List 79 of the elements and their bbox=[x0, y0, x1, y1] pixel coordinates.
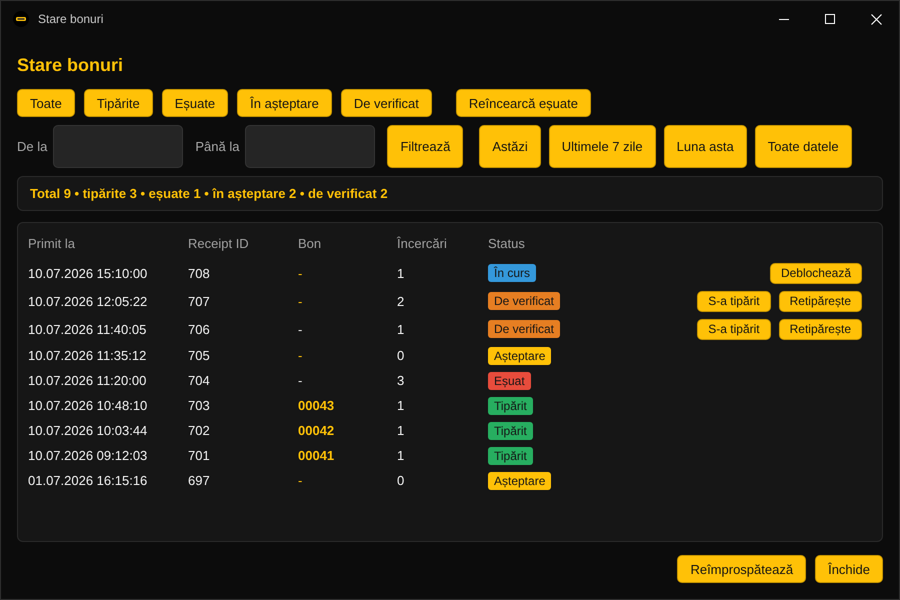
to-date-field[interactable] bbox=[245, 125, 376, 168]
page-heading: Stare bonuri bbox=[17, 54, 124, 77]
bon-cell: 00041 bbox=[298, 448, 334, 463]
bon-cell: - bbox=[298, 322, 302, 336]
receipt-id-cell: 707 bbox=[188, 294, 210, 308]
filter-button[interactable]: În așteptare bbox=[237, 89, 332, 117]
receipt-id-cell: 705 bbox=[188, 348, 210, 363]
receipt-id-cell: 697 bbox=[188, 473, 210, 488]
close-icon bbox=[870, 14, 882, 24]
received-cell: 10.07.2026 15:10:00 bbox=[28, 266, 148, 280]
attempts-cell: 1 bbox=[397, 448, 404, 463]
row-action-button[interactable]: S-a tipărit bbox=[697, 290, 771, 312]
window-title: Stare bonuri bbox=[38, 12, 104, 26]
status-badge: Așteptare bbox=[488, 472, 552, 490]
receipt-id-cell: 702 bbox=[188, 423, 210, 438]
status-badge: Eșuat bbox=[488, 372, 531, 390]
attempts-cell: 2 bbox=[397, 294, 404, 308]
receipt-id-cell: 706 bbox=[188, 322, 210, 336]
received-cell: 10.07.2026 10:03:44 bbox=[28, 423, 148, 438]
filter-button[interactable]: Tipărite bbox=[84, 89, 153, 117]
footer-button[interactable]: Închide bbox=[815, 555, 883, 583]
status-badge: Tipărit bbox=[488, 422, 533, 440]
attempts-cell: 3 bbox=[397, 373, 404, 388]
row-action-button[interactable]: Retipărește bbox=[778, 318, 862, 340]
column-header: Încercări bbox=[397, 236, 448, 250]
bon-cell: - bbox=[298, 294, 302, 308]
from-label: De la bbox=[17, 139, 48, 154]
status-badge: În curs bbox=[488, 264, 536, 282]
bon-cell: 00043 bbox=[298, 398, 334, 413]
filter-button[interactable]: Toate bbox=[17, 89, 75, 117]
row-action-button[interactable]: S-a tipărit bbox=[697, 318, 771, 340]
column-header: Bon bbox=[298, 236, 322, 250]
bon-cell: 00042 bbox=[298, 423, 334, 438]
filter-apply-button[interactable]: Filtrează bbox=[387, 125, 464, 168]
received-cell: 01.07.2026 16:15:16 bbox=[28, 473, 148, 488]
receipt-id-cell: 704 bbox=[188, 373, 210, 388]
status-badge: Tipărit bbox=[488, 396, 533, 414]
date-preset-button[interactable]: Luna asta bbox=[664, 125, 747, 168]
bon-cell: - bbox=[298, 266, 302, 280]
from-date-field[interactable] bbox=[53, 125, 184, 168]
app-logo-icon bbox=[13, 11, 29, 27]
maximize-icon bbox=[825, 14, 835, 24]
column-header: Status bbox=[488, 236, 526, 250]
retry-failed-button[interactable]: Reîncearcă eșuate bbox=[456, 89, 591, 117]
status-badge: Tipărit bbox=[488, 446, 533, 464]
received-cell: 10.07.2026 11:35:12 bbox=[28, 348, 146, 363]
date-preset-button[interactable]: Ultimele 7 zile bbox=[548, 125, 656, 168]
column-header: Receipt ID bbox=[188, 236, 250, 250]
row-action-button[interactable]: Deblochează bbox=[770, 262, 862, 284]
footer-button[interactable]: Reîmprospătează bbox=[677, 555, 806, 583]
row-action-button[interactable]: Retipărește bbox=[778, 290, 862, 312]
attempts-cell: 0 bbox=[397, 473, 404, 488]
attempts-cell: 1 bbox=[397, 266, 404, 280]
received-cell: 10.07.2026 10:48:10 bbox=[28, 398, 148, 413]
date-preset-button[interactable]: Toate datele bbox=[754, 125, 852, 168]
received-cell: 10.07.2026 11:40:05 bbox=[28, 322, 146, 336]
status-badge: De verificat bbox=[488, 292, 560, 310]
receipt-id-cell: 701 bbox=[188, 448, 210, 463]
received-cell: 10.07.2026 12:05:22 bbox=[28, 294, 148, 308]
status-badge: Așteptare bbox=[488, 346, 552, 364]
attempts-cell: 1 bbox=[397, 423, 404, 438]
summary-text: Total 9 • tipărite 3 • eșuate 1 • în așteptare 2 • de verificat 2 bbox=[30, 186, 388, 201]
to-label: Până la bbox=[195, 139, 240, 154]
date-preset-button[interactable]: Astăzi bbox=[479, 125, 541, 168]
status-badge: De verificat bbox=[488, 320, 560, 338]
attempts-cell: 0 bbox=[397, 348, 404, 363]
bon-cell: - bbox=[298, 348, 302, 363]
minimize-icon bbox=[779, 18, 789, 20]
received-cell: 10.07.2026 11:20:00 bbox=[28, 373, 146, 388]
bon-cell: - bbox=[298, 373, 302, 388]
column-header: Primit la bbox=[28, 236, 76, 250]
attempts-cell: 1 bbox=[397, 398, 404, 413]
receipt-id-cell: 708 bbox=[188, 266, 210, 280]
filter-button[interactable]: De verificat bbox=[340, 89, 432, 117]
filter-button[interactable]: Eșuate bbox=[162, 89, 228, 117]
attempts-cell: 1 bbox=[397, 322, 404, 336]
received-cell: 10.07.2026 09:12:03 bbox=[28, 448, 148, 463]
receipt-id-cell: 703 bbox=[188, 398, 210, 413]
bon-cell: - bbox=[298, 473, 302, 488]
